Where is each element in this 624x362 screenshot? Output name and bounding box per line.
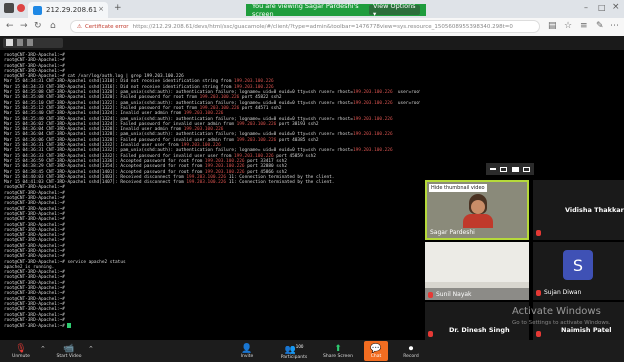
browser-tab-bar: 212.29.208.61 × + You are viewing Sagar … <box>0 0 624 18</box>
record-button[interactable]: ⏺ Record <box>396 341 426 361</box>
audio-options-chevron-icon[interactable]: ⌃ <box>40 345 46 353</box>
chat-icon: 💬 <box>370 343 382 354</box>
participant-name: Dr. Dinesh Singh <box>449 326 510 334</box>
address-bar-row: ← → ↻ ⌂ ⚠ Certificate error https://212.… <box>0 18 624 37</box>
recording-icon <box>17 4 25 12</box>
tab-favicon-icon <box>33 6 42 15</box>
fullscreen-view-icon[interactable] <box>522 166 530 172</box>
participant-name: Sunil Nayak <box>428 291 472 298</box>
notes-icon[interactable]: ✎ <box>596 21 604 31</box>
certificate-error-label[interactable]: Certificate error <box>85 24 129 30</box>
mic-muted-icon: 🎙 <box>15 343 27 354</box>
close-window-icon[interactable]: × <box>612 2 620 12</box>
muted-mic-icon <box>536 331 541 337</box>
browser-tab[interactable]: 212.29.208.61 × <box>28 2 108 18</box>
activate-windows-title: Activate Windows <box>512 306 601 317</box>
share-screen-label: Share Screen <box>323 353 353 359</box>
participants-label: Participants <box>280 355 308 360</box>
muted-mic-icon <box>428 291 433 298</box>
unmute-button[interactable]: 🎙 Unmute <box>6 341 36 361</box>
close-tab-icon[interactable]: × <box>98 5 104 13</box>
forward-icon[interactable]: → <box>20 21 28 31</box>
hub-icon[interactable]: ≡ <box>580 21 588 31</box>
minimize-icon[interactable]: – <box>584 3 588 12</box>
unmute-label: Unmute <box>12 353 30 359</box>
participant-name: Sagar Pardeshi <box>430 229 475 236</box>
home-icon[interactable]: ⌂ <box>50 21 56 31</box>
participant-tile[interactable]: Vidisha Thakkar <box>533 180 624 240</box>
share-banner-text: You are viewing Sagar Pardeshi's screen <box>252 2 359 18</box>
muted-mic-icon <box>428 331 433 337</box>
record-label: Record <box>403 353 419 359</box>
gallery-view-icon[interactable] <box>511 166 519 172</box>
terminal-output[interactable]: root@CNT-3RD-Apache1:~# root@CNT-3RD-Apa… <box>0 50 420 340</box>
chat-label: Chat <box>370 353 382 359</box>
video-options-chevron-icon[interactable]: ⌃ <box>88 345 94 353</box>
url-field[interactable]: ⚠ Certificate error https://212.29.208.6… <box>70 20 540 33</box>
invite-label: Invite <box>240 353 254 359</box>
back-icon[interactable]: ← <box>6 21 14 31</box>
participant-video <box>425 242 529 282</box>
more-icon[interactable]: ⋯ <box>610 21 619 31</box>
favorite-star-icon[interactable]: ☆ <box>564 21 572 31</box>
minimize-video-icon[interactable] <box>490 168 497 170</box>
share-screen-button[interactable]: ⬆ Share Screen <box>320 341 356 361</box>
warning-icon: ⚠ <box>77 23 82 30</box>
participant-tile[interactable]: S Sujan Diwan <box>533 242 624 300</box>
video-off-icon: 📹 <box>63 343 75 354</box>
url-text: https://212.29.208.61/devs/html/ssc/guac… <box>132 23 513 30</box>
settings-icon[interactable] <box>17 39 23 46</box>
participant-tile-active[interactable]: Hide thumbnail video Sagar Pardeshi <box>425 180 529 240</box>
terminal-tab-strip <box>0 36 624 50</box>
refresh-icon[interactable]: ↻ <box>34 21 42 31</box>
participants-icon: 👥100 <box>284 344 304 355</box>
avatar: S <box>563 250 593 280</box>
share-screen-icon: ⬆ <box>334 343 342 354</box>
participant-name: Sujan Diwan <box>536 289 581 296</box>
participant-tile[interactable]: Sunil Nayak <box>425 242 529 300</box>
single-view-icon[interactable] <box>500 166 508 172</box>
hide-thumbnail-tooltip[interactable]: Hide thumbnail video <box>429 184 487 192</box>
chat-button[interactable]: 💬 Chat <box>364 341 388 361</box>
screen-share-banner: You are viewing Sagar Pardeshi's screen … <box>246 2 426 18</box>
muted-mic-icon <box>536 289 541 296</box>
app-icon[interactable] <box>4 3 14 13</box>
new-tab-button[interactable]: + <box>114 3 122 13</box>
tab-title: 212.29.208.61 <box>46 6 98 14</box>
session-icon <box>6 39 13 46</box>
meeting-toolbar: 🎙 Unmute ⌃ 📹 Start Video ⌃ 👤 Invite 👥100… <box>0 340 624 362</box>
participant-name: Naimish Patel <box>561 326 612 334</box>
add-user-icon: 👤 <box>241 343 253 354</box>
participant-name: Vidisha Thakkar <box>565 206 624 214</box>
participant-video <box>463 194 493 228</box>
participants-count: 100 <box>295 344 304 349</box>
terminal-cursor <box>67 323 72 329</box>
activate-windows-subtitle: Go to Settings to activate Windows. <box>512 320 611 326</box>
video-view-controls <box>486 163 534 175</box>
terminal-line: root@CNT-3RD-Apache1:~# <box>4 323 416 329</box>
start-video-label: Start Video <box>56 353 82 359</box>
session-tab[interactable] <box>3 38 63 48</box>
participants-button[interactable]: 👥100 Participants <box>274 341 314 361</box>
files-icon[interactable] <box>27 39 33 46</box>
reading-view-icon[interactable]: ▤ <box>548 21 557 31</box>
record-icon: ⏺ <box>408 343 414 354</box>
view-options-button[interactable]: View Options ▾ <box>369 2 420 18</box>
start-video-button[interactable]: 📹 Start Video <box>52 341 86 361</box>
maximize-icon[interactable]: □ <box>598 3 606 12</box>
muted-mic-icon <box>536 230 541 236</box>
invite-button[interactable]: 👤 Invite <box>232 341 262 361</box>
